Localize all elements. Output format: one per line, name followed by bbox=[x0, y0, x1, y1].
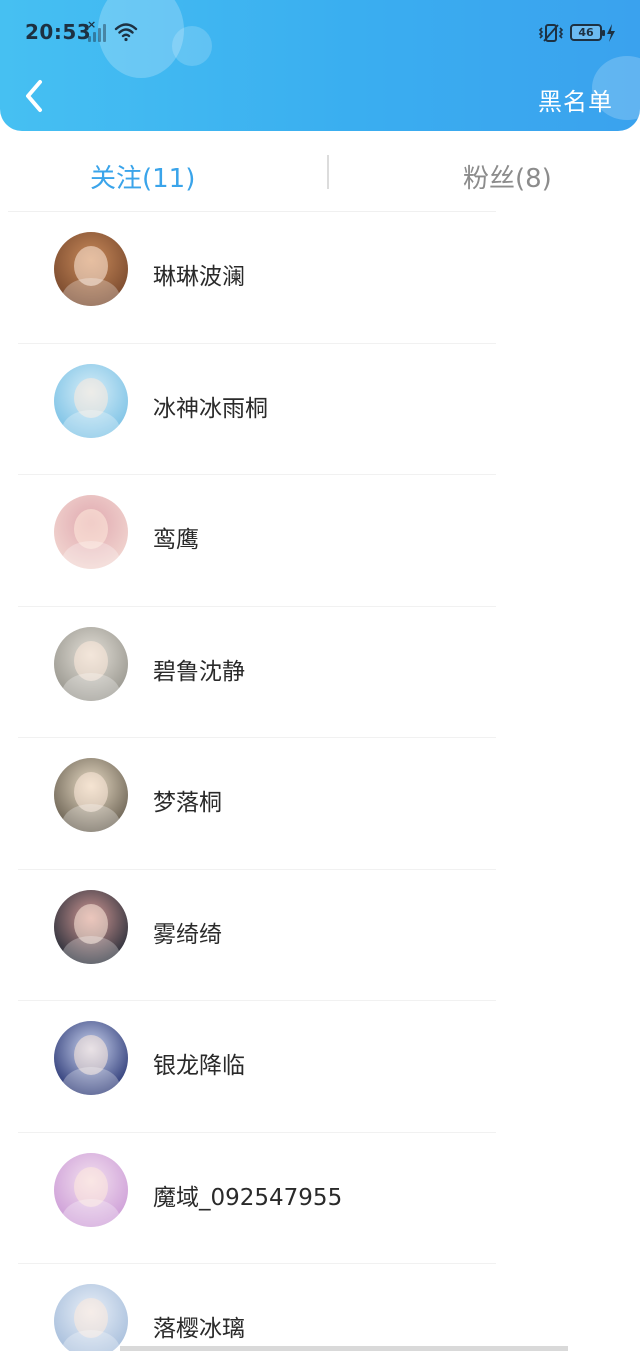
tab-fans[interactable]: 粉丝(8) bbox=[463, 158, 552, 195]
tab-following[interactable]: 关注(11) bbox=[90, 158, 195, 195]
user-name: 雾绮绮 bbox=[153, 921, 222, 948]
user-name: 银龙降临 bbox=[153, 1053, 245, 1079]
user-row[interactable]: 鸾鹰 bbox=[0, 475, 640, 607]
avatar bbox=[54, 232, 128, 306]
user-row[interactable]: 落樱冰璃 bbox=[0, 1264, 640, 1351]
user-name: 魔域_092547955 bbox=[153, 1184, 343, 1211]
avatar bbox=[54, 1152, 128, 1227]
user-name: 鸾鹰 bbox=[153, 527, 199, 553]
status-time: 20:53 bbox=[25, 20, 92, 44]
wifi-icon bbox=[114, 23, 138, 42]
back-chevron-icon[interactable] bbox=[20, 78, 52, 114]
battery-icon: 46 bbox=[570, 24, 605, 41]
user-row[interactable]: 魔域_092547955 bbox=[0, 1133, 640, 1265]
decorative-bubble bbox=[172, 26, 212, 66]
user-name: 琳琳波澜 bbox=[153, 264, 245, 290]
header-bar: 20:53 × 46 黑名单 bbox=[0, 0, 640, 131]
user-name: 落樱冰璃 bbox=[153, 1316, 245, 1342]
user-row[interactable]: 银龙降临 bbox=[0, 1001, 640, 1133]
bottom-strip bbox=[120, 1346, 568, 1351]
decorative-bubble bbox=[98, 0, 184, 78]
charging-icon bbox=[607, 24, 615, 42]
avatar bbox=[54, 626, 128, 701]
user-name: 冰神冰雨桐 bbox=[153, 395, 268, 422]
user-row[interactable]: 梦落桐 bbox=[0, 738, 640, 870]
user-row[interactable]: 雾绮绮 bbox=[0, 870, 640, 1002]
avatar bbox=[54, 363, 128, 438]
avatar bbox=[54, 1021, 128, 1095]
user-name: 碧鲁沈静 bbox=[153, 658, 245, 685]
following-list: 琳琳波澜 冰神冰雨桐 鸾鹰 碧鲁沈静 梦落桐 雾绮绮 银龙降临 魔域_09254… bbox=[0, 212, 640, 1351]
user-row[interactable]: 碧鲁沈静 bbox=[0, 607, 640, 739]
avatar bbox=[54, 1284, 128, 1351]
user-row[interactable]: 冰神冰雨桐 bbox=[0, 344, 640, 476]
blacklist-button[interactable]: 黑名单 bbox=[538, 82, 613, 117]
vibrate-icon bbox=[538, 24, 564, 42]
signal-icon: × bbox=[86, 18, 108, 42]
user-name: 梦落桐 bbox=[153, 790, 222, 816]
tab-divider bbox=[327, 155, 329, 189]
avatar bbox=[54, 495, 128, 569]
user-row[interactable]: 琳琳波澜 bbox=[0, 212, 640, 344]
avatar bbox=[54, 758, 128, 832]
avatar bbox=[54, 889, 128, 964]
follow-tabs: 关注(11) 粉丝(8) bbox=[0, 131, 640, 213]
